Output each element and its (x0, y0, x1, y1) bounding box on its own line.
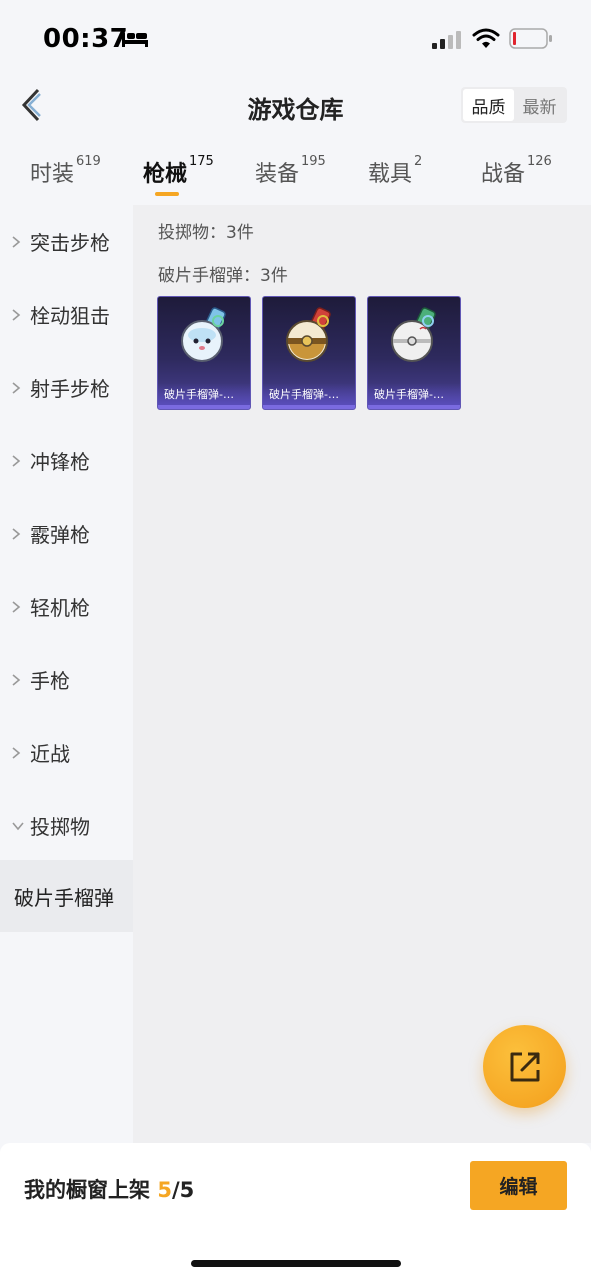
nav-header: 游戏仓库 品质 最新 (0, 76, 591, 136)
sidebar-item-bolt-sniper[interactable]: 栓动狙击 (0, 278, 133, 351)
tab-vehicles[interactable]: 载具2 (368, 154, 423, 188)
tab-count: 619 (76, 154, 101, 169)
tab-label: 载具 (368, 162, 413, 187)
share-fab-button[interactable] (483, 1025, 566, 1108)
tab-count: 195 (301, 154, 326, 169)
sidebar-item-label: 突击步枪 (30, 231, 110, 255)
sidebar-item-smg[interactable]: 冲锋枪 (0, 424, 133, 497)
item-name: 破片手榴弹-… (164, 388, 234, 401)
sidebar-item-label: 冲锋枪 (30, 450, 90, 474)
sort-newest-button[interactable]: 最新 (514, 89, 565, 121)
chevron-right-icon (11, 600, 25, 614)
sidebar-item-melee[interactable]: 近战 (0, 716, 133, 789)
tab-label: 时装 (30, 162, 75, 187)
chevron-right-icon (11, 673, 25, 687)
sidebar-item-label: 投掷物 (30, 815, 90, 839)
rarity-bar (158, 405, 250, 409)
wifi-icon (472, 28, 500, 48)
grenade-skin-icon (391, 307, 436, 362)
category-summary: 投掷物：3件 (158, 223, 254, 243)
sleep-focus-icon (122, 33, 148, 47)
tab-fashion[interactable]: 时装619 (30, 154, 101, 188)
tab-count: 126 (527, 154, 552, 169)
showcase-status: 我的橱窗上架 5/5 (24, 1174, 194, 1204)
edit-button[interactable]: 编辑 (470, 1161, 567, 1210)
chevron-down-icon (11, 821, 25, 831)
home-indicator[interactable] (191, 1260, 401, 1267)
battery-icon (509, 28, 552, 49)
grenade-skin-icon (286, 307, 331, 362)
weapon-category-sidebar: 突击步枪 栓动狙击 射手步枪 冲锋枪 霰弹枪 轻机枪 手枪 近战 投掷物 破片手… (0, 205, 133, 1143)
chevron-right-icon (11, 235, 25, 249)
sidebar-item-assault-rifle[interactable]: 突击步枪 (0, 205, 133, 278)
rarity-bar (263, 405, 355, 409)
sidebar-item-label: 霰弹枪 (30, 523, 90, 547)
tab-firearms[interactable]: 枪械175 (143, 154, 214, 188)
chevron-right-icon (11, 381, 25, 395)
grenade-skin-icon (181, 307, 226, 362)
sidebar-subitem-label: 破片手榴弹 (14, 885, 114, 910)
sidebar-item-label: 栓动狙击 (30, 304, 110, 328)
bottom-bar: 我的橱窗上架 5/5 编辑 (0, 1143, 591, 1280)
sidebar-item-lmg[interactable]: 轻机枪 (0, 570, 133, 643)
sidebar-subitem-frag-grenade[interactable]: 破片手榴弹 (0, 860, 133, 932)
tab-label: 战备 (481, 162, 526, 187)
status-bar: 00:37 (0, 0, 591, 76)
sidebar-item-label: 手枪 (30, 669, 70, 693)
sort-quality-button[interactable]: 品质 (463, 89, 514, 121)
share-external-icon (510, 1052, 539, 1081)
item-name: 破片手榴弹-… (269, 388, 339, 401)
chevron-right-icon (11, 454, 25, 468)
showcase-total-count: /5 (171, 1178, 195, 1202)
sidebar-item-throwables[interactable]: 投掷物 (0, 789, 133, 862)
cellular-signal-icon (432, 31, 461, 49)
chevron-right-icon (11, 527, 25, 541)
subcategory-summary: 破片手榴弹：3件 (158, 266, 288, 286)
tab-label: 装备 (255, 162, 300, 187)
inventory-content: 投掷物：3件 破片手榴弹：3件 破片手榴弹-… 破片手榴弹-… 破片手榴弹-… (133, 205, 591, 1143)
active-tab-indicator (155, 192, 179, 196)
chevron-right-icon (11, 746, 25, 760)
item-name: 破片手榴弹-… (374, 388, 444, 401)
showcase-label: 我的橱窗上架 (24, 1178, 150, 1202)
tab-label: 枪械 (143, 162, 188, 187)
sidebar-item-shotgun[interactable]: 霰弹枪 (0, 497, 133, 570)
sidebar-item-marksman-rifle[interactable]: 射手步枪 (0, 351, 133, 424)
tab-war-supplies[interactable]: 战备126 (481, 154, 552, 188)
tab-equipment[interactable]: 装备195 (255, 154, 326, 188)
sidebar-item-label: 近战 (30, 742, 70, 766)
showcase-current-count: 5 (157, 1178, 172, 1202)
tab-count: 2 (414, 154, 423, 169)
category-tabs: 时装619 枪械175 装备195 载具2 战备126 (0, 150, 591, 202)
status-time: 00:37 (43, 24, 129, 54)
item-card[interactable]: 破片手榴弹-… (367, 296, 461, 410)
sidebar-item-label: 轻机枪 (30, 596, 90, 620)
chevron-right-icon (11, 308, 25, 322)
item-card[interactable]: 破片手榴弹-… (262, 296, 356, 410)
tab-count: 175 (189, 154, 214, 169)
sidebar-item-pistol[interactable]: 手枪 (0, 643, 133, 716)
sort-toggle: 品质 最新 (461, 87, 567, 123)
rarity-bar (368, 405, 460, 409)
item-card[interactable]: 破片手榴弹-… (157, 296, 251, 410)
sidebar-item-label: 射手步枪 (30, 377, 110, 401)
